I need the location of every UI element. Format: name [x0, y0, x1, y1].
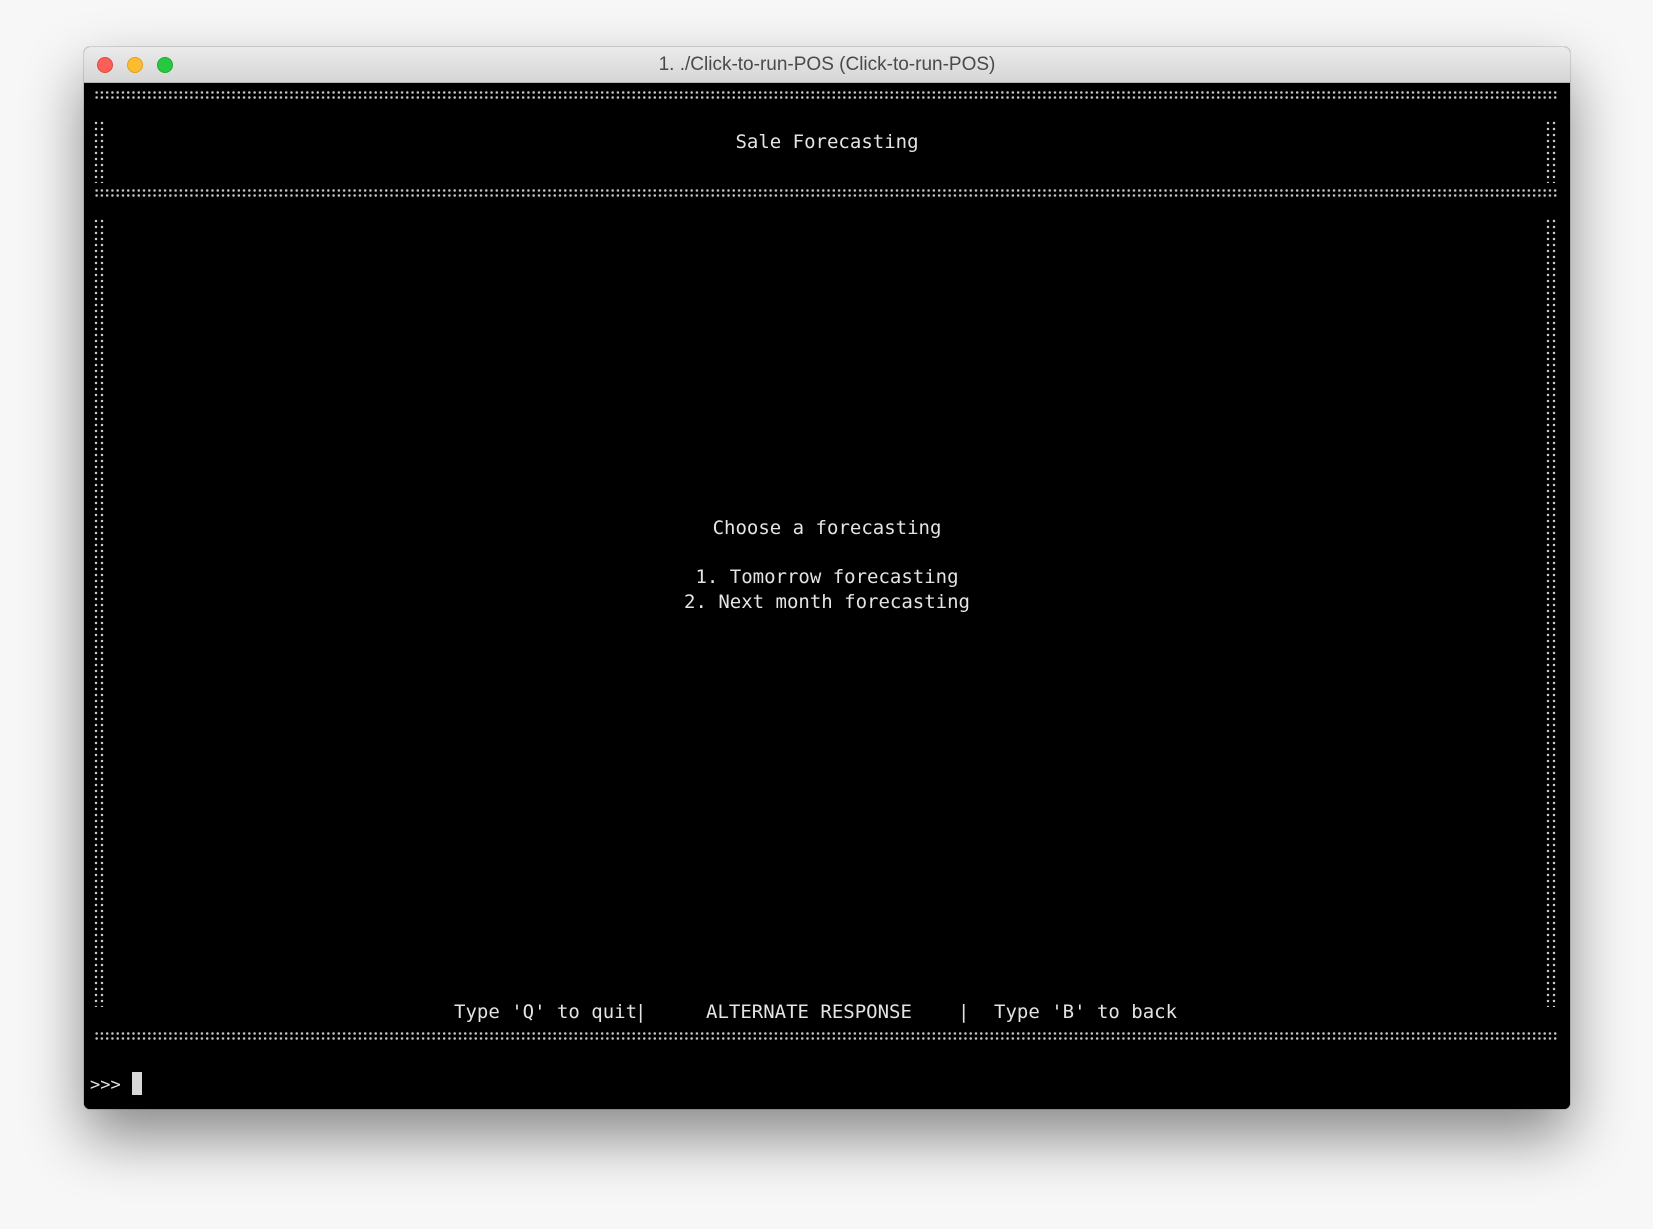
top-border [94, 90, 1558, 100]
quit-hint: Type 'Q' to quit [454, 1001, 638, 1023]
input-prompt: >>> [90, 1075, 121, 1095]
footer-separator-left: | [635, 1001, 647, 1023]
forecast-prompt: Choose a forecasting [712, 517, 942, 539]
option-next-month-forecasting: 2. Next month forecasting [684, 591, 970, 613]
terminal-content[interactable]: Sale Forecasting Choose a forecasting 1.… [84, 83, 1570, 1109]
terminal-cursor[interactable] [132, 1072, 142, 1095]
bottom-border [94, 1031, 1558, 1041]
alternate-response-label: ALTERNATE RESPONSE [706, 1001, 912, 1023]
header-divider [94, 188, 1558, 198]
terminal-window: 1. ./Click-to-run-POS (Click-to-run-POS)… [84, 47, 1570, 1109]
window-title: 1. ./Click-to-run-POS (Click-to-run-POS) [658, 54, 996, 75]
title-bar[interactable]: 1. ./Click-to-run-POS (Click-to-run-POS) [84, 47, 1570, 83]
footer-separator-right: | [958, 1001, 970, 1023]
back-hint: Type 'B' to back [994, 1001, 1178, 1023]
screen-title: Sale Forecasting [735, 131, 919, 153]
option-tomorrow-forecasting: 1. Tomorrow forecasting [695, 566, 959, 588]
